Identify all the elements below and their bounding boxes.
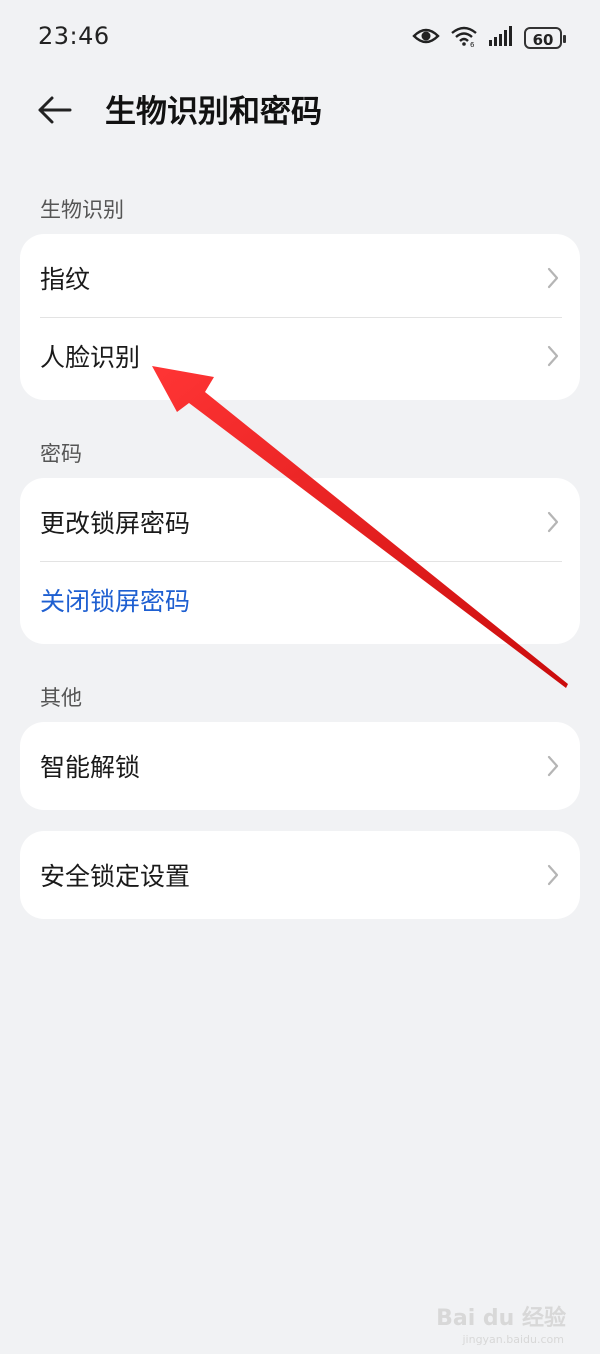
status-bar: 23:46 6 60 — [0, 0, 600, 76]
wifi-icon: 6 — [450, 25, 478, 51]
arrow-left-icon — [34, 94, 74, 130]
list-item-label: 关闭锁屏密码 — [40, 587, 191, 616]
list-item-security-lock-settings[interactable]: 安全锁定设置 — [20, 836, 580, 914]
chevron-right-icon — [546, 345, 560, 367]
watermark-logo: Bai du 经验 — [436, 1306, 566, 1331]
chevron-right-icon — [546, 511, 560, 533]
page-header: 生物识别和密码 — [0, 80, 600, 144]
signal-icon — [488, 26, 514, 50]
section-label-password: 密码 — [40, 442, 82, 466]
svg-text:6: 6 — [470, 41, 475, 47]
section-label-biometrics: 生物识别 — [40, 198, 124, 222]
list-item-label: 智能解锁 — [40, 753, 141, 782]
status-time: 23:46 — [38, 22, 110, 50]
list-item-face-recognition[interactable]: 人脸识别 — [20, 317, 580, 395]
list-item-smart-unlock[interactable]: 智能解锁 — [20, 727, 580, 805]
list-item-fingerprint[interactable]: 指纹 — [20, 239, 580, 317]
watermark-url: jingyan.baidu.com — [462, 1333, 564, 1346]
card-security-lock: 安全锁定设置 — [20, 831, 580, 919]
chevron-right-icon — [546, 267, 560, 289]
status-icons: 6 60 — [412, 24, 566, 52]
list-item-label: 指纹 — [40, 265, 91, 294]
chevron-right-icon — [546, 864, 560, 886]
eye-icon — [412, 26, 440, 50]
list-item-label: 安全锁定设置 — [40, 862, 191, 891]
battery-icon: 60 — [524, 27, 566, 49]
chevron-right-icon — [546, 755, 560, 777]
list-item-disable-lock-password[interactable]: 关闭锁屏密码 — [20, 561, 580, 639]
section-label-other: 其他 — [40, 686, 82, 710]
card-biometrics: 指纹 人脸识别 — [20, 234, 580, 400]
card-other: 智能解锁 — [20, 722, 580, 810]
back-button[interactable] — [34, 90, 84, 134]
list-item-label: 更改锁屏密码 — [40, 509, 191, 538]
page-title: 生物识别和密码 — [105, 94, 322, 130]
card-password: 更改锁屏密码 关闭锁屏密码 — [20, 478, 580, 644]
list-item-label: 人脸识别 — [40, 343, 141, 372]
list-item-change-lock-password[interactable]: 更改锁屏密码 — [20, 483, 580, 561]
